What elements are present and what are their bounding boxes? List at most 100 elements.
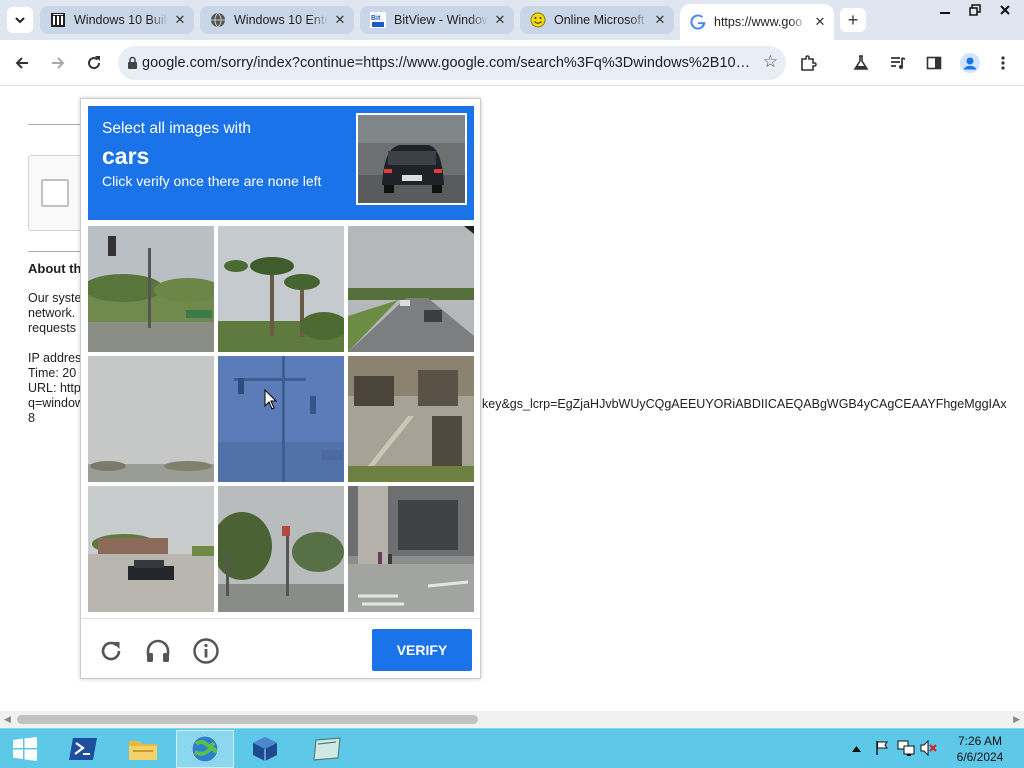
media-button[interactable] <box>886 51 910 75</box>
url-text[interactable]: google.com/sorry/index?continue=https://… <box>142 55 754 71</box>
scrollbar-thumb[interactable] <box>17 715 478 724</box>
captcha-instruction: Select all images with <box>102 120 252 137</box>
tile-intersection[interactable] <box>218 486 344 612</box>
archive-icon <box>50 12 66 28</box>
refresh-icon <box>101 641 121 661</box>
system-clock[interactable]: 7:26 AM 6/6/2024 <box>944 733 1016 765</box>
taskbar-virtualbox[interactable] <box>236 730 294 768</box>
taskbar-file-explorer[interactable] <box>114 730 172 768</box>
show-hidden-icons-button[interactable] <box>852 739 861 757</box>
captcha-sample-image <box>356 113 467 205</box>
tab-close-icon[interactable]: ✕ <box>652 12 668 28</box>
recaptcha-checkbox[interactable] <box>41 179 69 207</box>
tab-title: BitView - Window <box>394 13 488 27</box>
tab-windows-10-build[interactable]: Windows 10 Build ✕ <box>40 6 194 34</box>
volume-muted[interactable] <box>920 739 938 757</box>
restore-icon <box>969 4 981 16</box>
reload-icon <box>88 56 101 70</box>
tile-traffic-signal[interactable] <box>218 356 344 482</box>
smiley-icon <box>530 12 546 28</box>
taskbar: 7:26 AM 6/6/2024 <box>0 728 1024 768</box>
tile-highway-cars[interactable] <box>348 226 474 352</box>
tab-title: https://www.goo <box>714 15 803 29</box>
address-bar[interactable]: google.com/sorry/index?continue=https://… <box>118 46 786 80</box>
captcha-subinstruction: Click verify once there are none left <box>102 173 322 189</box>
divider <box>28 251 88 252</box>
powershell-icon <box>69 738 97 760</box>
about-heading: About th <box>28 261 82 276</box>
horizontal-scrollbar[interactable]: ◀ ▶ <box>0 711 1024 728</box>
recaptcha-widget <box>28 155 88 231</box>
tab-close-icon[interactable]: ✕ <box>332 12 348 28</box>
tile-traffic-light-trees[interactable] <box>88 226 214 352</box>
captcha-header: Select all images with cars Click verify… <box>88 106 474 220</box>
action-center-flag[interactable] <box>874 739 890 757</box>
close-window-button[interactable] <box>990 1 1020 19</box>
restore-button[interactable] <box>960 1 990 19</box>
globe-icon <box>210 12 226 28</box>
start-button[interactable] <box>0 730 50 768</box>
url-tail-text: key&gs_lcrp=EgZjaHJvbWUyCQgAEEUYORiABDII… <box>482 397 1007 411</box>
tab-google-sorry[interactable]: https://www.goo ✕ <box>680 4 834 40</box>
scroll-left-icon[interactable]: ◀ <box>4 714 11 725</box>
side-panel-button[interactable] <box>922 51 946 75</box>
menu-button[interactable] <box>991 51 1015 75</box>
minimize-icon <box>940 12 950 14</box>
tab-strip: Windows 10 Build ✕ Windows 10 Ente ✕ Bit… <box>0 0 1024 40</box>
tile-building-stairs[interactable] <box>348 356 474 482</box>
flag-icon <box>876 741 888 755</box>
network-icon <box>897 740 915 756</box>
time-label: Time: 20 <box>28 366 77 380</box>
virtualbox-icon <box>253 737 277 761</box>
mouse-cursor-icon <box>264 389 278 410</box>
taskbar-chrome[interactable] <box>176 730 234 768</box>
network-status[interactable] <box>897 739 915 757</box>
clock-date: 6/6/2024 <box>956 750 1004 764</box>
tile-parking-car[interactable] <box>88 486 214 612</box>
captcha-target-word: cars <box>102 143 150 169</box>
help-button[interactable] <box>192 637 220 665</box>
bookmark-star-icon[interactable]: ☆ <box>763 52 778 72</box>
verify-button[interactable]: VERIFY <box>372 629 472 671</box>
tab-windows-10-enterprise[interactable]: Windows 10 Ente ✕ <box>200 6 354 34</box>
tab-title: Online Microsoft <box>554 13 645 27</box>
extensions-button[interactable] <box>796 51 820 75</box>
taskbar-powershell[interactable] <box>54 730 112 768</box>
captcha-footer: VERIFY <box>81 618 480 678</box>
tab-close-icon[interactable]: ✕ <box>492 12 508 28</box>
folder-icon <box>129 741 157 760</box>
scroll-right-icon[interactable]: ▶ <box>1013 714 1020 725</box>
tab-search-button[interactable] <box>7 7 33 33</box>
captcha-challenge-dialog: Select all images with cars Click verify… <box>80 98 481 679</box>
back-button[interactable] <box>10 51 34 75</box>
forward-button[interactable] <box>46 51 70 75</box>
playlist-music-icon <box>891 57 906 69</box>
tab-bitview[interactable]: Bit BitView - Window ✕ <box>360 6 514 34</box>
arrow-left-icon <box>15 57 28 69</box>
new-tab-button[interactable]: + <box>840 8 866 32</box>
headphones-icon <box>146 639 170 662</box>
tab-close-icon[interactable]: ✕ <box>812 14 828 30</box>
tile-crosswalk-building[interactable] <box>348 486 474 612</box>
bitview-icon: Bit <box>370 12 386 28</box>
para-line: network. <box>28 306 76 320</box>
browser-toolbar: google.com/sorry/index?continue=https://… <box>0 40 1024 86</box>
taskbar-app[interactable] <box>298 730 356 768</box>
window-controls <box>930 1 1020 19</box>
tile-faded-street[interactable] <box>88 356 214 482</box>
audio-challenge-button[interactable] <box>144 637 172 665</box>
reload-button[interactable] <box>82 51 106 75</box>
profile-button[interactable] <box>958 51 982 75</box>
windows-logo-icon <box>13 737 37 761</box>
tab-online-microsoft[interactable]: Online Microsoft ✕ <box>520 6 674 34</box>
close-icon <box>1000 5 1010 15</box>
url-label: URL: http <box>28 381 81 395</box>
tab-close-icon[interactable]: ✕ <box>172 12 188 28</box>
lock-icon <box>128 56 137 69</box>
chevron-up-icon <box>852 745 861 752</box>
minimize-button[interactable] <box>930 1 960 19</box>
labs-button[interactable] <box>849 51 873 75</box>
reload-challenge-button[interactable] <box>97 637 125 665</box>
tile-palm-trees[interactable] <box>218 226 344 352</box>
avatar <box>960 53 980 73</box>
